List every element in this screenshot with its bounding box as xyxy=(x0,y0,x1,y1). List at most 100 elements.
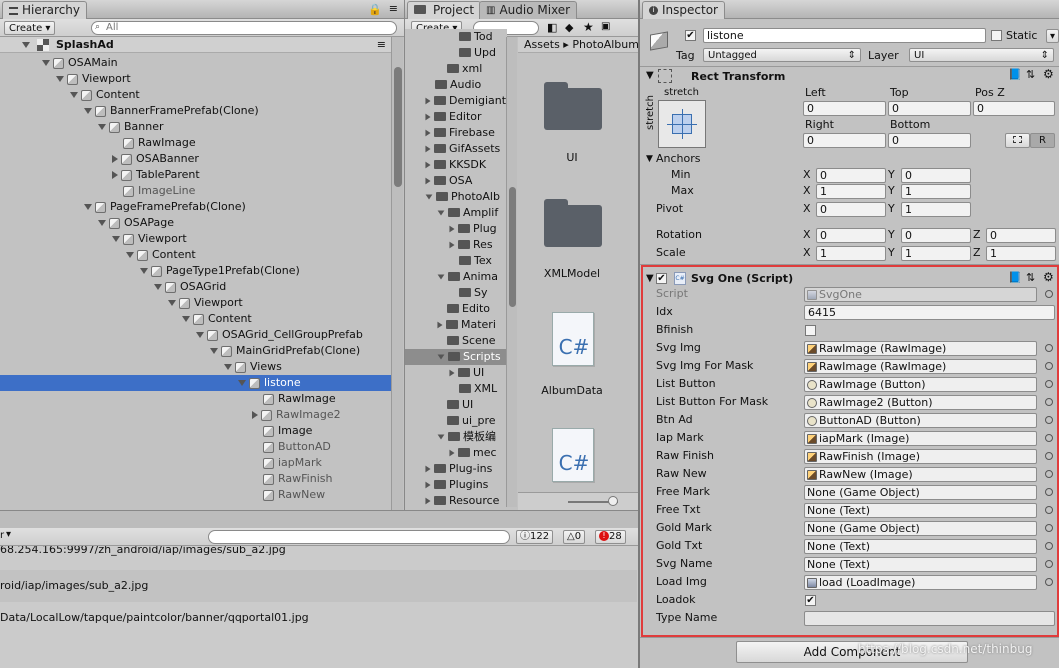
object-reference-field[interactable]: None (Text) xyxy=(804,557,1037,572)
warning-count-badge[interactable]: △0 xyxy=(563,530,586,544)
tag-dropdown[interactable]: Untagged ⇕ xyxy=(703,48,861,62)
console-row[interactable]: roid/iap/images/sub_a2.jpg xyxy=(0,570,637,602)
left-field[interactable]: 0 xyxy=(803,101,886,116)
project-folder-item[interactable]: XML xyxy=(405,381,507,397)
posz-field[interactable]: 0 xyxy=(973,101,1055,116)
object-reference-field[interactable]: iapMark (Image) xyxy=(804,431,1037,446)
project-folder-item[interactable]: Materi xyxy=(405,317,507,333)
project-folder-item[interactable]: PhotoAlb xyxy=(405,189,507,205)
static-dropdown[interactable]: ▾ xyxy=(1046,29,1059,43)
gear-icon[interactable]: ⚙ xyxy=(1043,67,1054,81)
project-folder-item[interactable]: GifAssets xyxy=(405,141,507,157)
asset-script-file[interactable]: C# xyxy=(552,428,594,482)
hierarchy-scrollbar[interactable] xyxy=(391,37,403,510)
rotation-x-field[interactable]: 0 xyxy=(816,228,886,243)
object-picker-icon[interactable] xyxy=(1045,344,1053,352)
hierarchy-item[interactable]: Content xyxy=(0,87,392,103)
favorite-star-icon[interactable]: ★ xyxy=(583,20,594,34)
tab-hierarchy[interactable]: Hierarchy xyxy=(2,1,88,19)
hierarchy-item[interactable]: RawImage xyxy=(0,135,392,151)
object-picker-icon[interactable] xyxy=(1045,506,1053,514)
project-folder-item[interactable]: KKSDK xyxy=(405,157,507,173)
hierarchy-item[interactable]: listone xyxy=(0,375,392,391)
hierarchy-item[interactable]: Content xyxy=(0,247,392,263)
hierarchy-item[interactable]: RawNew xyxy=(0,487,392,503)
script-foldout-arrow[interactable]: ▼ xyxy=(646,273,654,284)
project-folder-item[interactable]: mec xyxy=(405,445,507,461)
project-folder-item[interactable]: Tex xyxy=(405,253,507,269)
filter-type-icon[interactable]: ◧ xyxy=(547,21,557,34)
project-folder-item[interactable]: Scripts xyxy=(405,349,507,365)
script-field-checkbox[interactable]: ✔ xyxy=(805,595,816,606)
hierarchy-item[interactable]: OSABanner xyxy=(0,151,392,167)
object-reference-field[interactable]: RawImage (RawImage) xyxy=(804,341,1037,356)
project-folder-item[interactable]: Amplif xyxy=(405,205,507,221)
project-folder-item[interactable]: OSA xyxy=(405,173,507,189)
object-reference-field[interactable]: None (Text) xyxy=(804,539,1037,554)
scale-x-field[interactable]: 1 xyxy=(816,246,886,261)
object-reference-field[interactable]: RawFinish (Image) xyxy=(804,449,1037,464)
min-y-field[interactable]: 0 xyxy=(901,168,971,183)
object-reference-field[interactable]: None (Game Object) xyxy=(804,521,1037,536)
object-reference-field[interactable]: RawNew (Image) xyxy=(804,467,1037,482)
hierarchy-item[interactable]: PageFramePrefab(Clone) xyxy=(0,199,392,215)
right-field[interactable]: 0 xyxy=(803,133,886,148)
gameobject-name-field[interactable]: listone xyxy=(703,28,986,43)
log-count-badge[interactable]: ⓘ122 xyxy=(516,530,554,544)
object-picker-icon[interactable] xyxy=(1045,434,1053,442)
script-help-icon[interactable]: 📘 xyxy=(1008,271,1022,284)
console-search-input[interactable] xyxy=(208,530,510,544)
script-field-input[interactable]: 6415 xyxy=(804,305,1055,320)
object-picker-icon[interactable] xyxy=(1045,488,1053,496)
hierarchy-item[interactable]: iapMark xyxy=(0,455,392,471)
object-reference-field[interactable]: load (LoadImage) xyxy=(804,575,1037,590)
hierarchy-item[interactable]: PageType1Prefab(Clone) xyxy=(0,263,392,279)
script-preset-icon[interactable]: ⇅ xyxy=(1026,271,1035,284)
menu-icon[interactable]: ≡ xyxy=(389,2,398,15)
filter-label-icon[interactable]: ◆ xyxy=(565,21,573,34)
project-folder-item[interactable]: UI xyxy=(405,397,507,413)
object-reference-field[interactable]: RawImage (RawImage) xyxy=(804,359,1037,374)
asset-ui-folder[interactable] xyxy=(544,82,602,132)
hierarchy-item[interactable]: ImageLine xyxy=(0,183,392,199)
project-folder-item[interactable]: Upd xyxy=(405,45,507,61)
asset-xmlmodel-folder[interactable] xyxy=(544,199,602,249)
object-reference-field[interactable]: None (Game Object) xyxy=(804,485,1037,500)
project-folder-item[interactable]: Plug xyxy=(405,221,507,237)
object-picker-icon[interactable] xyxy=(1045,290,1053,298)
object-picker-icon[interactable] xyxy=(1045,560,1053,568)
hierarchy-item[interactable]: OSAPage xyxy=(0,215,392,231)
hierarchy-item[interactable]: BannerFramePrefab(Clone) xyxy=(0,103,392,119)
hierarchy-item[interactable]: OSAGrid xyxy=(0,279,392,295)
pivot-x-field[interactable]: 0 xyxy=(816,202,886,217)
object-picker-icon[interactable] xyxy=(1045,542,1053,550)
object-reference-field[interactable]: RawImage2 (Button) xyxy=(804,395,1037,410)
project-folder-item[interactable]: Tod xyxy=(405,29,507,45)
breadcrumb-assets[interactable]: Assets xyxy=(524,38,560,51)
hierarchy-item[interactable]: Viewport xyxy=(0,71,392,87)
rect-foldout-arrow[interactable]: ▼ xyxy=(646,70,654,81)
project-folder-item[interactable]: UI xyxy=(405,365,507,381)
script-enabled-checkbox[interactable]: ✔ xyxy=(656,273,667,284)
console-row[interactable]: Data/LocalLow/tapque/paintcolor/banner/q… xyxy=(0,602,637,634)
project-folder-item[interactable]: Plug-ins xyxy=(405,461,507,477)
object-picker-icon[interactable] xyxy=(1045,578,1053,586)
object-picker-icon[interactable] xyxy=(1045,524,1053,532)
scale-y-field[interactable]: 1 xyxy=(901,246,971,261)
project-folder-item[interactable]: 模板编 xyxy=(405,429,507,445)
project-folder-item[interactable]: Edito xyxy=(405,301,507,317)
object-picker-icon[interactable] xyxy=(1045,362,1053,370)
hierarchy-search-input[interactable]: All xyxy=(91,21,397,35)
blueprint-mode-button[interactable] xyxy=(1005,133,1030,148)
layer-dropdown[interactable]: UI ⇕ xyxy=(909,48,1054,62)
project-folder-item[interactable]: Sy xyxy=(405,285,507,301)
lock-icon[interactable]: 🔒 xyxy=(368,3,382,16)
project-tree-scrollbar[interactable] xyxy=(506,37,517,507)
project-folder-item[interactable]: Scene xyxy=(405,333,507,349)
tab-project[interactable]: Project xyxy=(407,1,482,19)
project-folder-item[interactable]: ui_pre xyxy=(405,413,507,429)
project-folder-item[interactable]: Demigiant xyxy=(405,93,507,109)
object-reference-field[interactable]: ButtonAD (Button) xyxy=(804,413,1037,428)
scale-z-field[interactable]: 1 xyxy=(986,246,1056,261)
hierarchy-item[interactable]: Banner xyxy=(0,119,392,135)
